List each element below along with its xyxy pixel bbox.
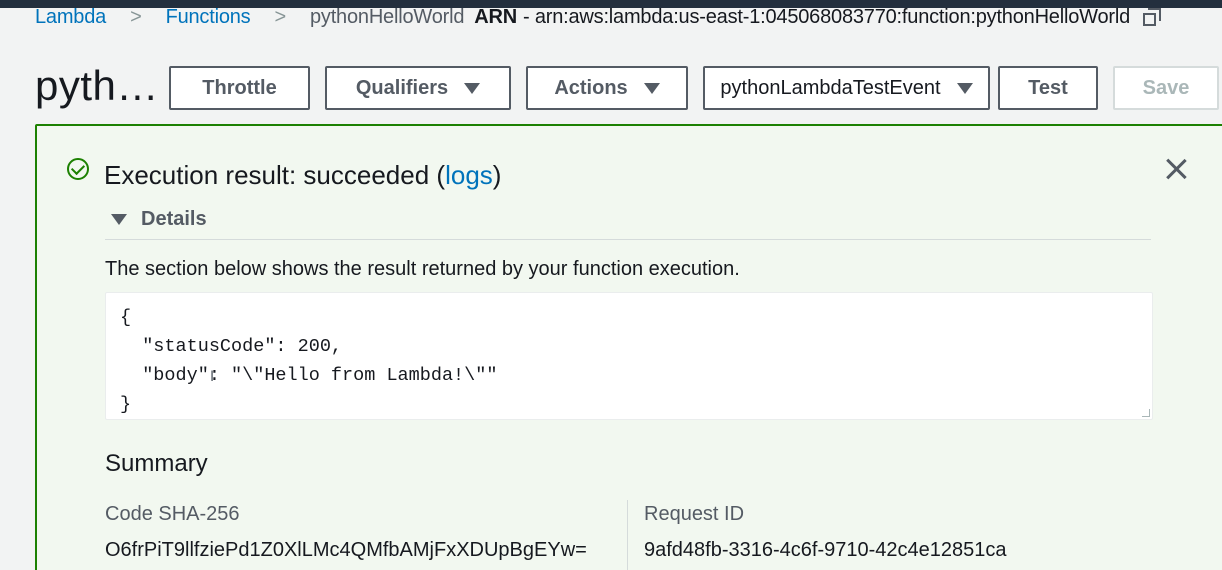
- qualifiers-dropdown[interactable]: Qualifiers: [325, 66, 511, 110]
- arn-label: ARN: [474, 5, 517, 28]
- check-circle-icon: [67, 158, 89, 180]
- result-description: The section below shows the result retur…: [105, 258, 740, 280]
- result-output-textarea[interactable]: { "statusCode": 200, "body": "\"Hello fr…: [105, 292, 1153, 420]
- code-line: }: [120, 394, 132, 415]
- resize-grip-icon[interactable]: [1142, 409, 1150, 417]
- qualifiers-dropdown-label: Qualifiers: [355, 76, 449, 99]
- result-title-text: Execution result: succeeded (: [104, 160, 446, 190]
- test-button[interactable]: Test: [998, 66, 1098, 110]
- save-button[interactable]: Save: [1113, 66, 1219, 110]
- code-line: "statusCode": 200,: [120, 336, 343, 357]
- request-id-value: 9afd48fb-3316-4c6f-9710-42c4e12851ca: [644, 539, 1007, 561]
- breadcrumb-separator-icon: >: [130, 5, 142, 28]
- breadcrumb-current-function: pythonHelloWorld: [309, 5, 465, 28]
- result-title-suffix: ): [492, 160, 502, 190]
- triangle-down-icon: [111, 213, 127, 225]
- throttle-button[interactable]: Throttle: [169, 66, 310, 110]
- throttle-button-label: Throttle: [202, 76, 277, 99]
- code-line: {: [120, 307, 132, 328]
- caret-down-icon: [643, 82, 660, 94]
- arn-value: - arn:aws:lambda:us-east-1:045068083770:…: [523, 5, 1131, 28]
- test-event-select[interactable]: pythonLambdaTestEvent: [703, 66, 990, 110]
- details-expander[interactable]: Details: [111, 206, 207, 232]
- caret-down-icon: [464, 82, 481, 94]
- breadcrumb-separator-icon: >: [274, 5, 286, 28]
- close-icon[interactable]: [1163, 156, 1189, 182]
- copy-icon[interactable]: [1142, 7, 1162, 27]
- details-label: Details: [141, 207, 207, 230]
- save-button-label: Save: [1142, 76, 1190, 99]
- breadcrumb: Lambda > Functions > pythonHelloWorld AR…: [35, 5, 1162, 29]
- caret-down-icon: [956, 82, 973, 94]
- column-divider: [627, 500, 628, 570]
- code-line: "body": "\"Hello from Lambda!\"": [120, 365, 498, 386]
- execution-result-title: Execution result: succeeded (logs): [104, 160, 501, 191]
- request-id-label: Request ID: [644, 503, 745, 525]
- divider: [105, 239, 1151, 240]
- test-button-label: Test: [1028, 76, 1068, 99]
- summary-heading: Summary: [105, 450, 208, 477]
- logs-link[interactable]: logs: [445, 160, 493, 190]
- actions-dropdown-label: Actions: [554, 76, 628, 99]
- lambda-function-page: Lambda > Functions > pythonHelloWorld AR…: [0, 0, 1222, 570]
- test-event-select-value: pythonLambdaTestEvent: [720, 76, 941, 99]
- execution-result-panel: Execution result: succeeded (logs) Detai…: [35, 124, 1222, 570]
- function-title: pyth…: [35, 62, 159, 109]
- actions-dropdown[interactable]: Actions: [526, 66, 688, 110]
- code-sha-value: O6frPiT9llfziePd1Z0XlLMc4QMfbAMjFxXDUpBg…: [105, 539, 587, 561]
- breadcrumb-functions-link[interactable]: Functions: [166, 6, 251, 29]
- breadcrumb-lambda-link[interactable]: Lambda: [35, 6, 106, 29]
- text-cursor-icon: I: [210, 369, 215, 385]
- code-sha-label: Code SHA-256: [105, 503, 240, 525]
